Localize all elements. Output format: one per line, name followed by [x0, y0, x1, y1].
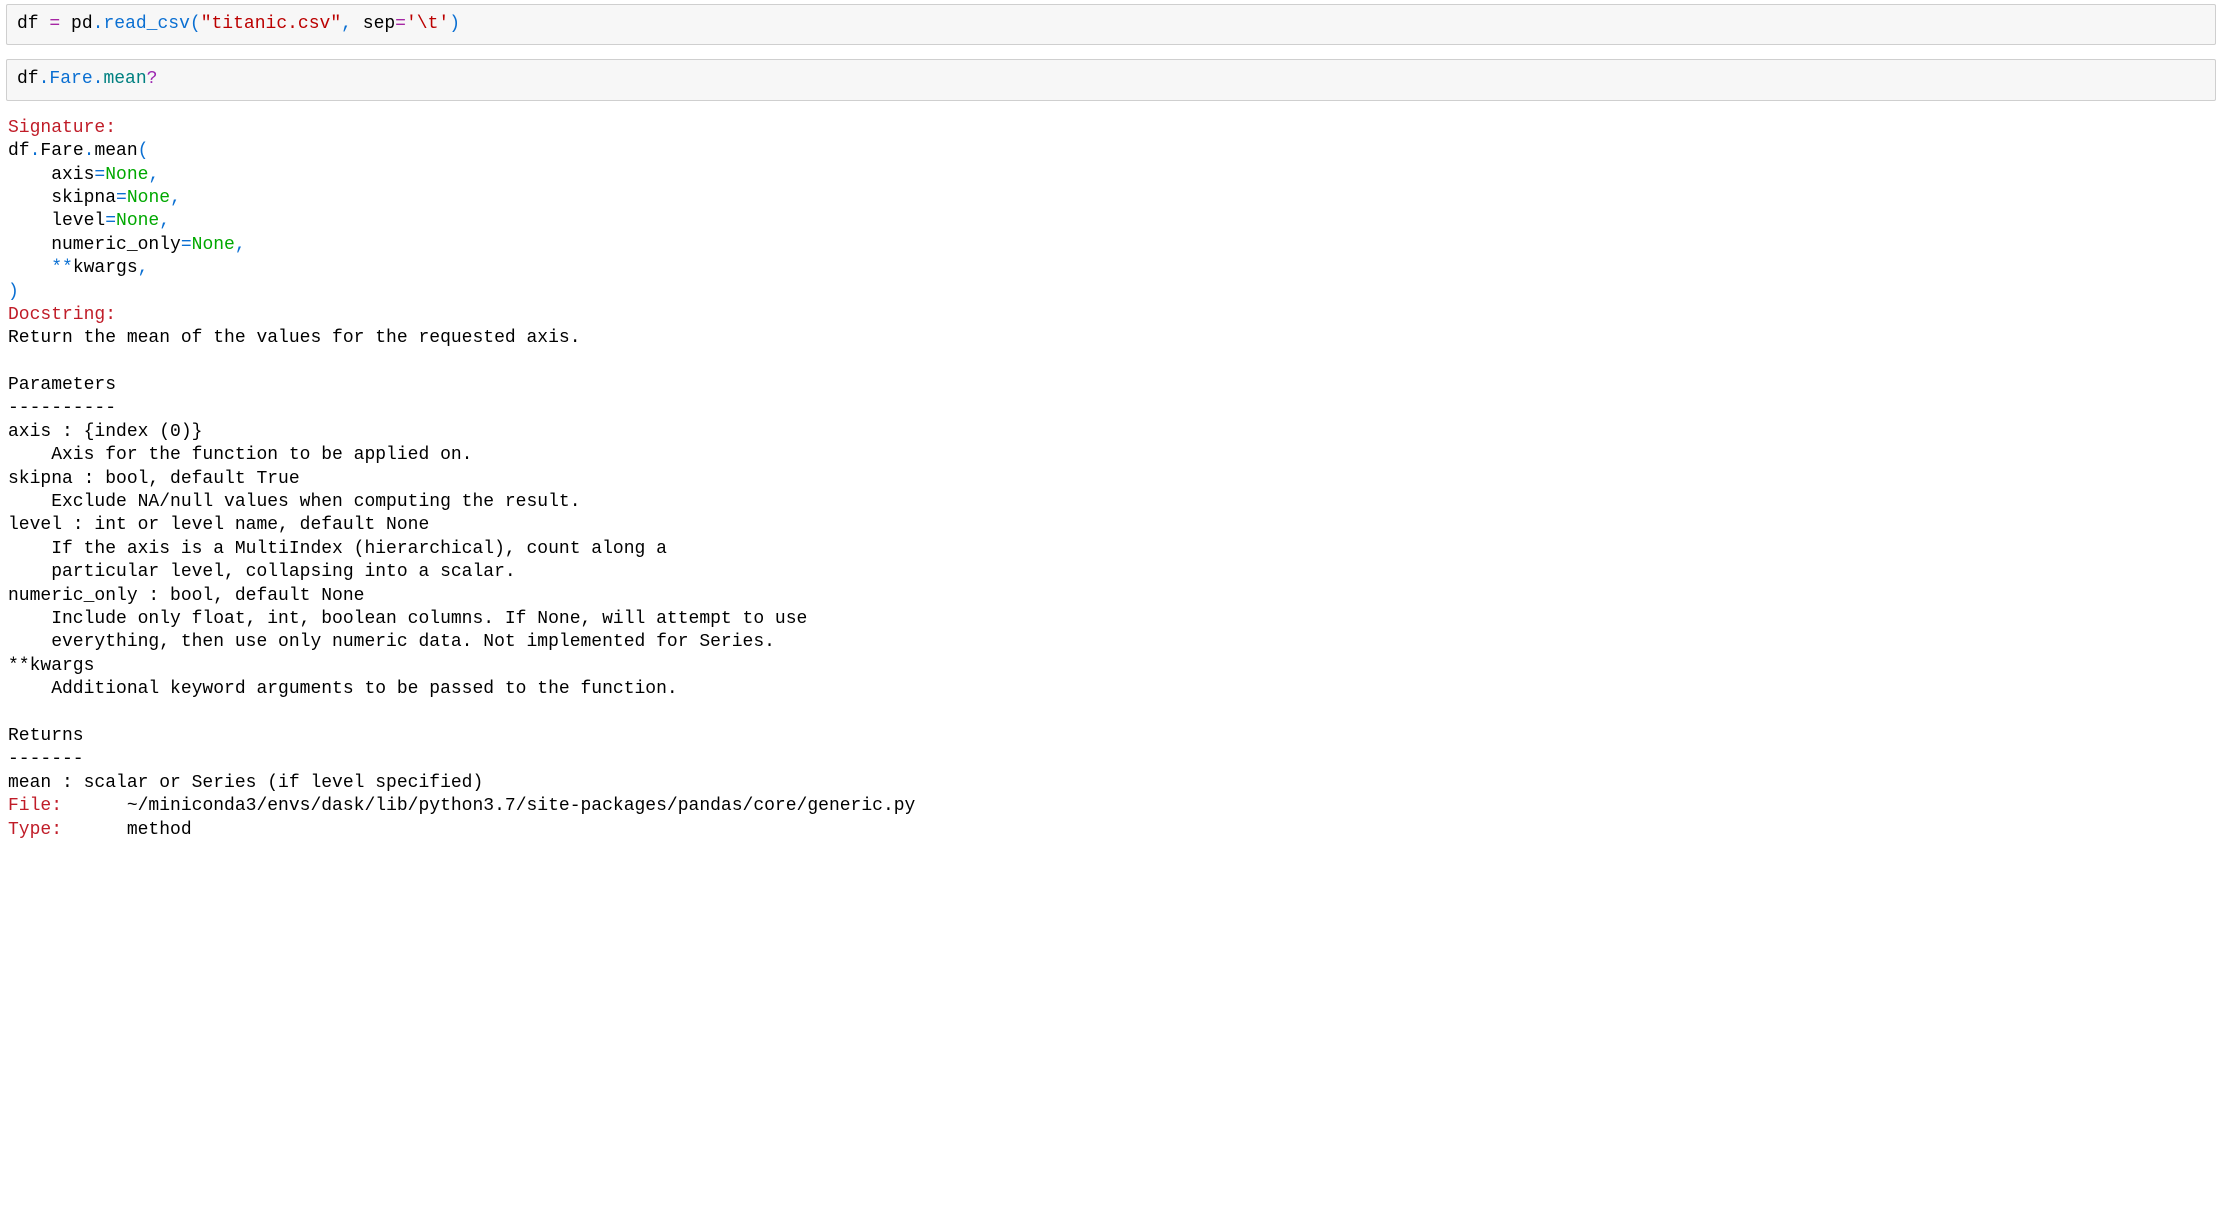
help-output: Signature: df.Fare.mean( axis=None, skip…: [6, 115, 2216, 844]
sig-text: ,: [159, 211, 170, 231]
sig-text: =: [105, 211, 116, 231]
sig-text: mean: [94, 141, 137, 161]
sig-text: Fare: [40, 141, 83, 161]
code-token: ?: [147, 69, 158, 89]
type-value: method: [62, 820, 192, 840]
file-value: ~/miniconda3/envs/dask/lib/python3.7/sit…: [62, 796, 915, 816]
sig-text: ,: [138, 258, 149, 278]
docstring-body: Return the mean of the values for the re…: [8, 328, 807, 792]
code-cell-2[interactable]: df.Fare.mean?: [6, 59, 2216, 100]
sig-text: =: [94, 165, 105, 185]
sig-text: ): [8, 282, 19, 302]
sig-text: (: [138, 141, 149, 161]
sig-text: None: [192, 235, 235, 255]
code-token: df: [17, 69, 39, 89]
code-token: [60, 14, 71, 34]
signature-label: Signature:: [8, 118, 116, 138]
sig-text: .: [30, 141, 41, 161]
sig-text: None: [116, 211, 159, 231]
code-token: .: [93, 69, 104, 89]
code-token: [352, 14, 363, 34]
code-token: ,: [341, 14, 352, 34]
sig-text: skipna: [8, 188, 116, 208]
code-token: pd: [71, 14, 93, 34]
code-token: df: [17, 14, 39, 34]
sig-text: df: [8, 141, 30, 161]
code-token: .: [93, 14, 104, 34]
sig-text: None: [105, 165, 148, 185]
code-token: mean: [103, 69, 146, 89]
code-token: Fare: [49, 69, 92, 89]
sig-text: =: [116, 188, 127, 208]
code-token: '\t': [406, 14, 449, 34]
sig-text: None: [127, 188, 170, 208]
sig-text: level: [8, 211, 105, 231]
code-token: =: [395, 14, 406, 34]
code-cell-1[interactable]: df = pd.read_csv("titanic.csv", sep='\t'…: [6, 4, 2216, 45]
sig-text: ,: [170, 188, 181, 208]
sig-text: ,: [235, 235, 246, 255]
code-token: read_csv: [103, 14, 189, 34]
code-token: sep: [363, 14, 395, 34]
code-token: .: [39, 69, 50, 89]
code-token: (: [190, 14, 201, 34]
code-token: ): [449, 14, 460, 34]
sig-text: .: [84, 141, 95, 161]
sig-text: =: [181, 235, 192, 255]
docstring-label: Docstring:: [8, 305, 116, 325]
code-token: =: [49, 14, 60, 34]
type-label: Type:: [8, 820, 62, 840]
code-token: [39, 14, 50, 34]
sig-text: **: [8, 258, 73, 278]
sig-text: kwargs: [73, 258, 138, 278]
sig-text: numeric_only: [8, 235, 181, 255]
file-label: File:: [8, 796, 62, 816]
sig-text: ,: [148, 165, 159, 185]
sig-text: axis: [8, 165, 94, 185]
code-token: "titanic.csv": [201, 14, 341, 34]
